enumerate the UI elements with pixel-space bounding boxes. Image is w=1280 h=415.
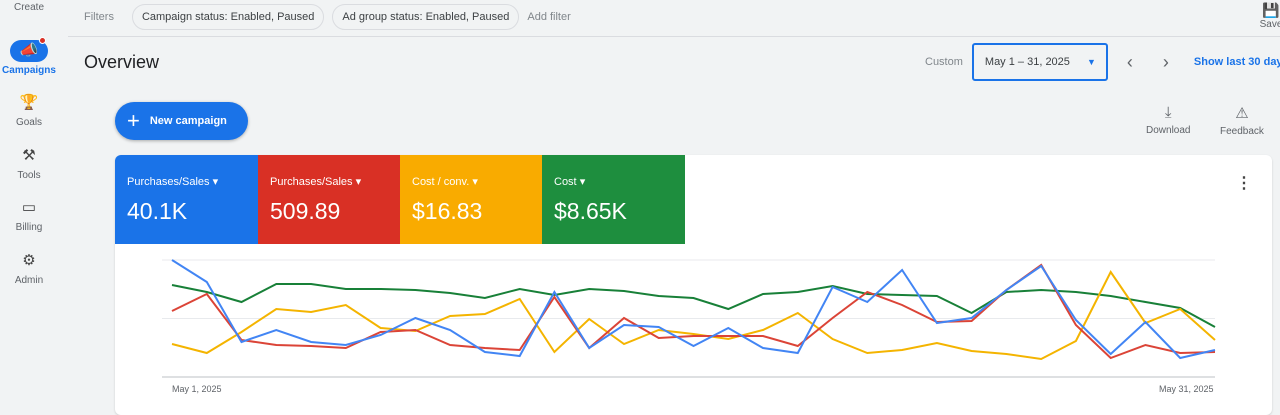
date-range-bar: Custom May 1 – 31, 2025▼ ‹ › Show last 3… [925,43,1280,81]
gear-icon: ⚙ [10,250,48,272]
download-icon: ⤓ [1146,104,1190,121]
filter-chip-campaign-status[interactable]: Campaign status: Enabled, Paused [132,4,324,30]
divider [68,36,1280,37]
sidebar-item-goals[interactable]: 🏆Goals [0,92,58,128]
feedback-button[interactable]: ⚠Feedback [1220,104,1264,137]
sidebar-item-admin[interactable]: ⚙Admin [0,250,58,286]
series-line [172,284,1215,327]
x-axis-start-label: May 1, 2025 [172,384,222,394]
x-axis-end-label: May 31, 2025 [1159,384,1214,394]
sidebar: Create 📣Campaigns 🏆Goals ⚒Tools ▭Billing… [0,0,60,406]
tools-icon: ⚒ [10,145,48,167]
show-last-30-days-link[interactable]: Show last 30 days [1194,56,1280,68]
trophy-icon: 🏆 [10,92,48,114]
download-button[interactable]: ⤓Download [1146,104,1190,136]
performance-card: Purchases/Sales ▾40.1K Purchases/Sales ▾… [115,155,1272,415]
filter-bar: Filters Campaign status: Enabled, Paused… [84,4,571,30]
chevron-down-icon: ▼ [1087,57,1096,67]
filter-chip-ad-group-status[interactable]: Ad group status: Enabled, Paused [332,4,519,30]
line-chart [115,155,1272,415]
custom-label: Custom [925,56,963,68]
sidebar-item-create[interactable]: Create [0,2,58,13]
save-button[interactable]: 💾Save [1256,2,1280,30]
sidebar-item-tools[interactable]: ⚒Tools [0,145,58,181]
previous-period-button[interactable]: ‹ [1112,52,1148,73]
new-campaign-button[interactable]: +New campaign [115,102,248,140]
page-title: Overview [84,52,159,73]
add-filter-button[interactable]: Add filter [527,11,570,23]
megaphone-icon: 📣 [10,40,48,62]
next-period-button[interactable]: › [1148,52,1184,73]
sidebar-item-campaigns[interactable]: 📣Campaigns [0,40,58,76]
date-range-select[interactable]: May 1 – 31, 2025▼ [972,43,1108,81]
filters-label: Filters [84,11,114,23]
feedback-icon: ⚠ [1220,104,1264,122]
save-icon: 💾 [1256,2,1280,19]
plus-icon: + [127,110,140,132]
sidebar-item-billing[interactable]: ▭Billing [0,197,58,233]
notification-dot [39,37,46,44]
card-icon: ▭ [10,197,48,219]
